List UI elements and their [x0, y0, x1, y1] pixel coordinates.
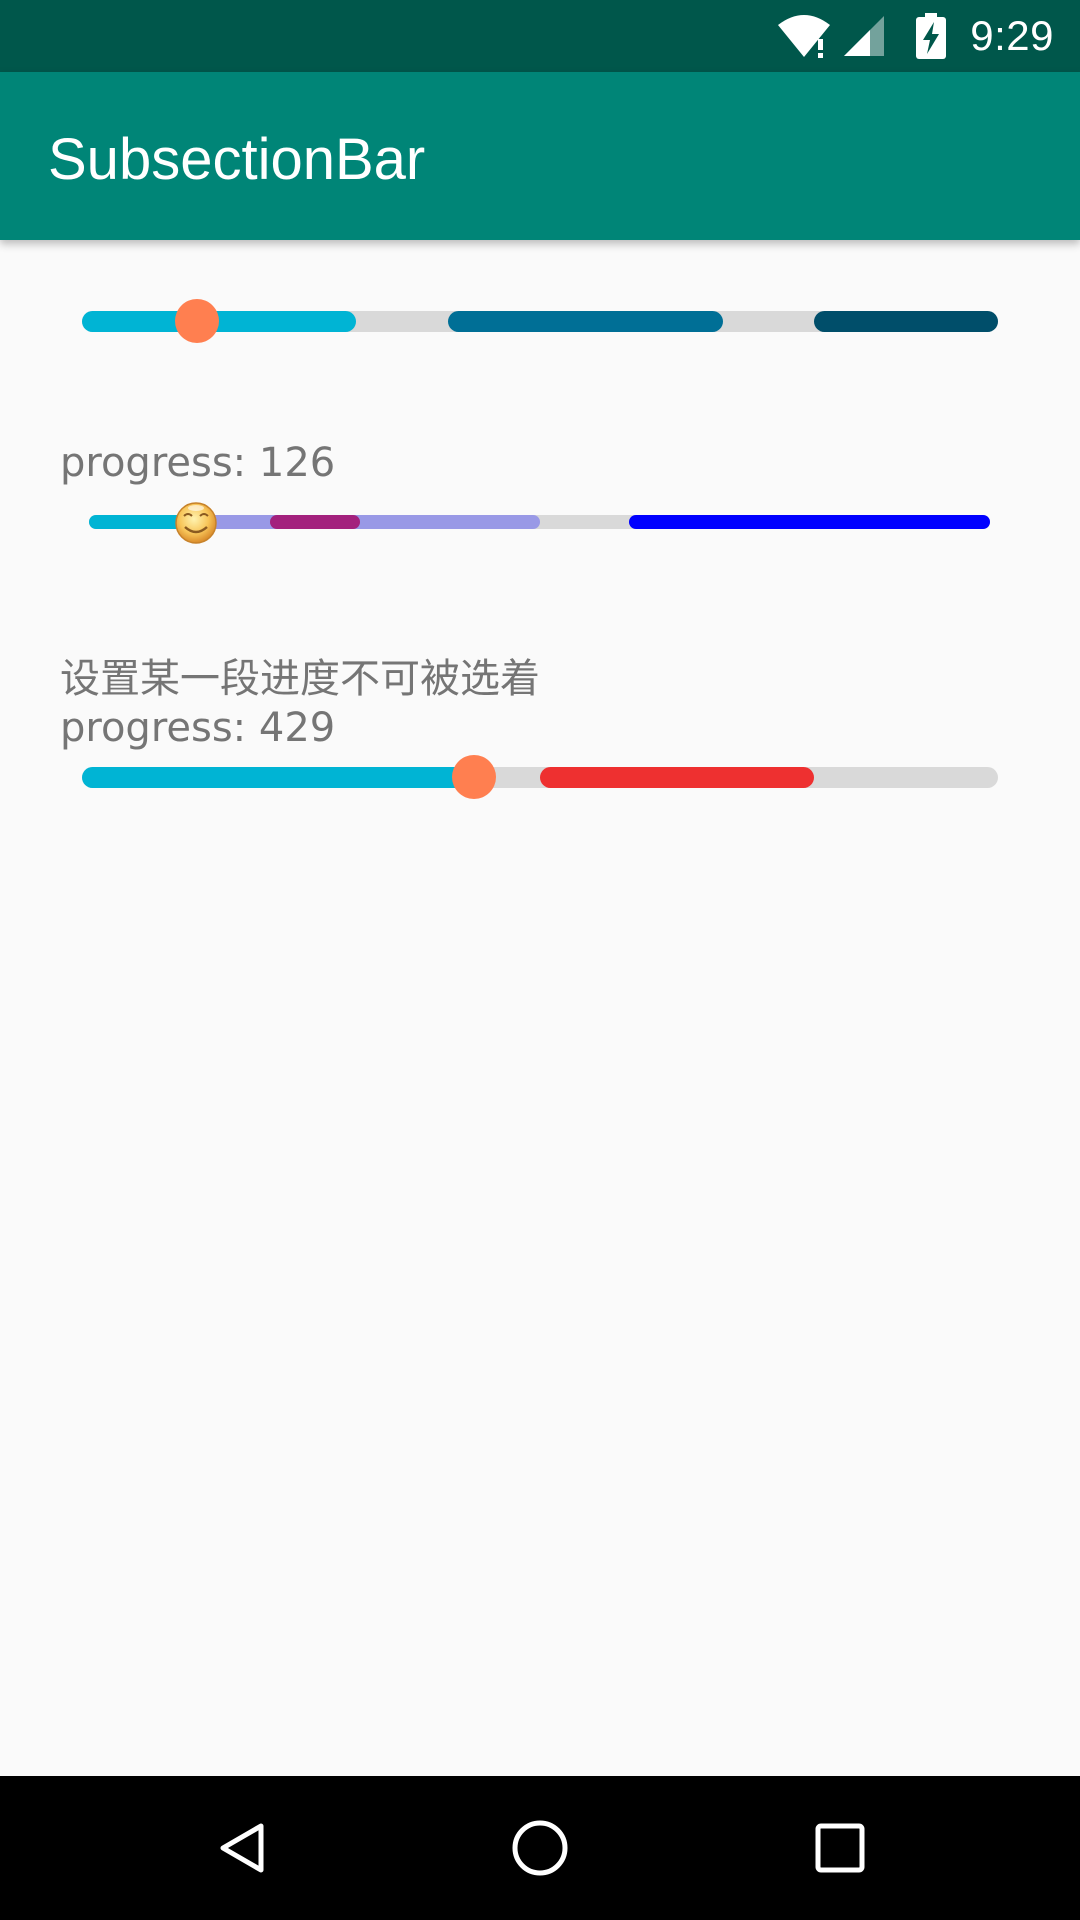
smiley-face-icon[interactable]: [174, 499, 218, 544]
bar1-segment-2: [448, 311, 723, 332]
wifi-icon: [776, 13, 832, 59]
back-icon[interactable]: [205, 1812, 277, 1884]
bar1-segment-1: [82, 311, 356, 332]
bar3-segment-1: [82, 767, 474, 788]
battery-charging-icon: [896, 12, 948, 60]
bar3-description: 设置某一段进度不可被选着: [60, 656, 540, 702]
signal-icon: [842, 14, 886, 58]
bar3-segment-2-disabled: [540, 767, 814, 788]
bar2-progress-label: progress: 126: [60, 440, 336, 486]
bar3-progress-label: progress: 429: [60, 705, 336, 751]
app-bar: SubsectionBar: [0, 72, 1080, 240]
navigation-bar: [0, 1776, 1080, 1920]
app-title: SubsectionBar: [48, 127, 426, 192]
bar1-thumb[interactable]: [175, 299, 219, 343]
recents-icon[interactable]: [804, 1812, 876, 1884]
bar2-segment-4: [629, 515, 990, 529]
main-content: progress: 126 设置某一段进度不可被选着 progress: 429: [0, 240, 1080, 1776]
bar3-thumb[interactable]: [452, 755, 496, 799]
status-bar: 9:29: [0, 0, 1080, 72]
status-icons: 9:29: [766, 0, 1054, 72]
status-time: 9:29: [970, 12, 1054, 59]
home-icon[interactable]: [504, 1812, 576, 1884]
bar2-segment-2: [189, 515, 540, 529]
bar1-segment-3: [814, 311, 998, 332]
bar2-segment-3: [270, 515, 360, 529]
